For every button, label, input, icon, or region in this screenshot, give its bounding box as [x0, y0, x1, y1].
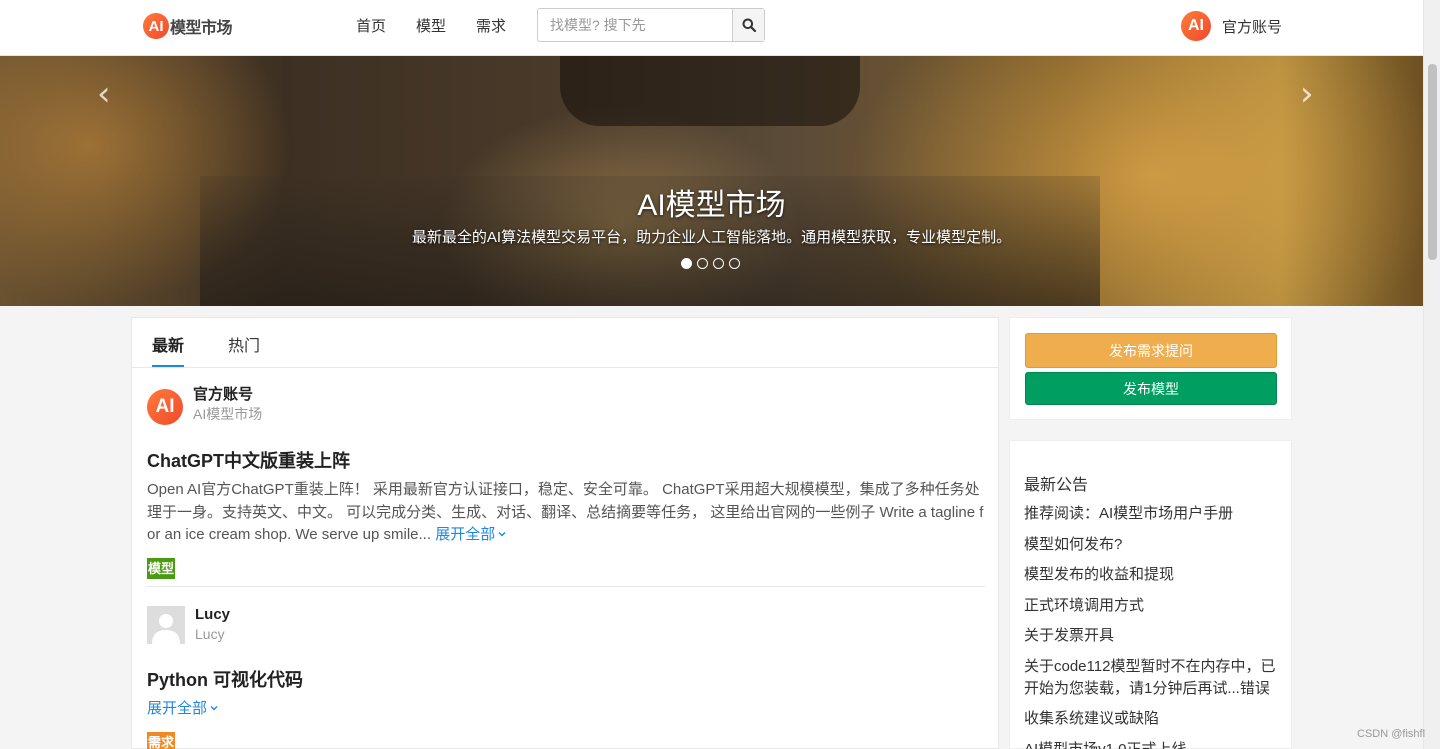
notice-title: 最新公告 — [1024, 477, 1089, 494]
chevron-down-icon — [210, 706, 218, 711]
notice-item[interactable]: 推荐阅读：AI模型市场用户手册 — [1024, 503, 1282, 525]
publish-panel: 发布需求提问 发布模型 — [1009, 317, 1292, 420]
carousel-dot-4[interactable] — [729, 258, 740, 269]
notice-item[interactable]: 关于code112模型暂时不在内存中，已开始为您装载，请1分钟后再试...错误 — [1024, 656, 1282, 700]
post-tag[interactable]: 模型 — [147, 557, 176, 579]
nav-home[interactable]: 首页 — [356, 15, 386, 36]
publish-model-button[interactable]: 发布模型 — [1025, 372, 1277, 405]
default-user-icon — [147, 606, 185, 644]
feed-item: AI 官方账号 AI模型市场 ChatGPT中文版重装上阵 Open AI官方C… — [147, 386, 985, 579]
notice-panel: 最新公告 推荐阅读：AI模型市场用户手册 模型如何发布? 模型发布的收益和提现 … — [1009, 440, 1292, 749]
publish-need-button[interactable]: 发布需求提问 — [1025, 333, 1277, 368]
banner-title: AI模型市场 — [637, 189, 786, 222]
post-excerpt: Open AI官方ChatGPT重装上阵！ 采用最新官方认证接口，稳定、安全可靠… — [147, 481, 984, 543]
notice-item[interactable]: 正式环境调用方式 — [1024, 595, 1282, 617]
post-body: 展开全部 — [147, 698, 987, 721]
avatar[interactable]: AI — [147, 389, 183, 425]
author-subtitle: Lucy — [195, 626, 225, 642]
author-name[interactable]: Lucy — [195, 606, 230, 624]
nav-models[interactable]: 模型 — [416, 15, 446, 36]
account-name: 官方账号 — [1222, 18, 1283, 36]
post-tag[interactable]: 需求 — [147, 731, 176, 749]
account-avatar: AI — [1181, 11, 1211, 41]
avatar[interactable] — [147, 606, 185, 644]
notice-item[interactable]: 收集系统建议或缺陷 — [1024, 708, 1282, 730]
notice-item[interactable]: 模型发布的收益和提现 — [1024, 564, 1282, 586]
post-title[interactable]: Python 可视化代码 — [147, 666, 985, 692]
scrollbar-thumb[interactable] — [1428, 64, 1437, 260]
banner-subtitle: 最新最全的AI算法模型交易平台，助力企业人工智能落地。通用模型获取，专业模型定制… — [411, 229, 1012, 246]
expand-label: 展开全部 — [147, 700, 208, 717]
banner-carousel: ‹ › AI模型市场 最新最全的AI算法模型交易平台，助力企业人工智能落地。通用… — [0, 56, 1423, 306]
notice-item[interactable]: 关于发票开具 — [1024, 625, 1282, 647]
page-scrollbar[interactable] — [1423, 0, 1440, 749]
author-name[interactable]: 官方账号 — [193, 386, 262, 404]
notice-item[interactable]: AI模型市场v1.0正式上线 — [1024, 739, 1282, 749]
chevron-left-icon[interactable]: ‹ — [97, 74, 111, 114]
carousel-dot-2[interactable] — [697, 258, 708, 269]
feed-item: Lucy Lucy Python 可视化代码 展开全部 需求 — [147, 606, 985, 749]
author-subtitle: AI模型市场 — [193, 406, 263, 422]
post-author: Lucy Lucy — [147, 606, 985, 644]
notice-list: 推荐阅读：AI模型市场用户手册 模型如何发布? 模型发布的收益和提现 正式环境调… — [1024, 503, 1282, 749]
expand-link[interactable]: 展开全部 — [147, 700, 219, 717]
watermark: CSDN @fishfl — [1357, 728, 1426, 740]
feed-panel: 最新 热门 AI 官方账号 AI模型市场 ChatGPT中文版重装上阵 Open… — [131, 317, 999, 749]
tab-latest[interactable]: 最新 — [152, 332, 185, 367]
banner-image-detail — [560, 56, 860, 126]
logo-text: 模型市场 — [170, 20, 233, 37]
post-author: AI 官方账号 AI模型市场 — [147, 386, 985, 425]
main-nav: 首页 模型 需求 — [356, 15, 536, 36]
post-title[interactable]: ChatGPT中文版重装上阵 — [147, 447, 985, 473]
search-box — [537, 8, 765, 42]
account-menu[interactable]: AI 官方账号 — [1181, 11, 1282, 41]
tab-hot[interactable]: 热门 — [228, 332, 260, 356]
expand-label: 展开全部 — [435, 526, 496, 543]
chevron-right-icon[interactable]: › — [1300, 74, 1314, 114]
site-logo[interactable]: AI 模型市场 — [143, 13, 233, 39]
search-icon — [742, 18, 756, 32]
nav-needs[interactable]: 需求 — [476, 15, 506, 36]
notice-item[interactable]: 模型如何发布? — [1024, 534, 1282, 556]
search-button[interactable] — [732, 9, 764, 41]
top-navbar: AI 模型市场 首页 模型 需求 AI 官方账号 — [0, 0, 1423, 56]
chevron-down-icon — [498, 532, 506, 537]
logo-ai-badge: AI — [143, 13, 169, 39]
carousel-dot-1[interactable] — [681, 258, 692, 269]
search-input[interactable] — [538, 9, 732, 41]
post-body: Open AI官方ChatGPT重装上阵！ 采用最新官方认证接口，稳定、安全可靠… — [147, 479, 987, 547]
carousel-dot-3[interactable] — [713, 258, 724, 269]
feed-tabs: 最新 热门 — [132, 318, 998, 368]
carousel-indicators — [681, 258, 740, 269]
divider — [147, 586, 985, 587]
expand-link[interactable]: 展开全部 — [435, 526, 507, 543]
